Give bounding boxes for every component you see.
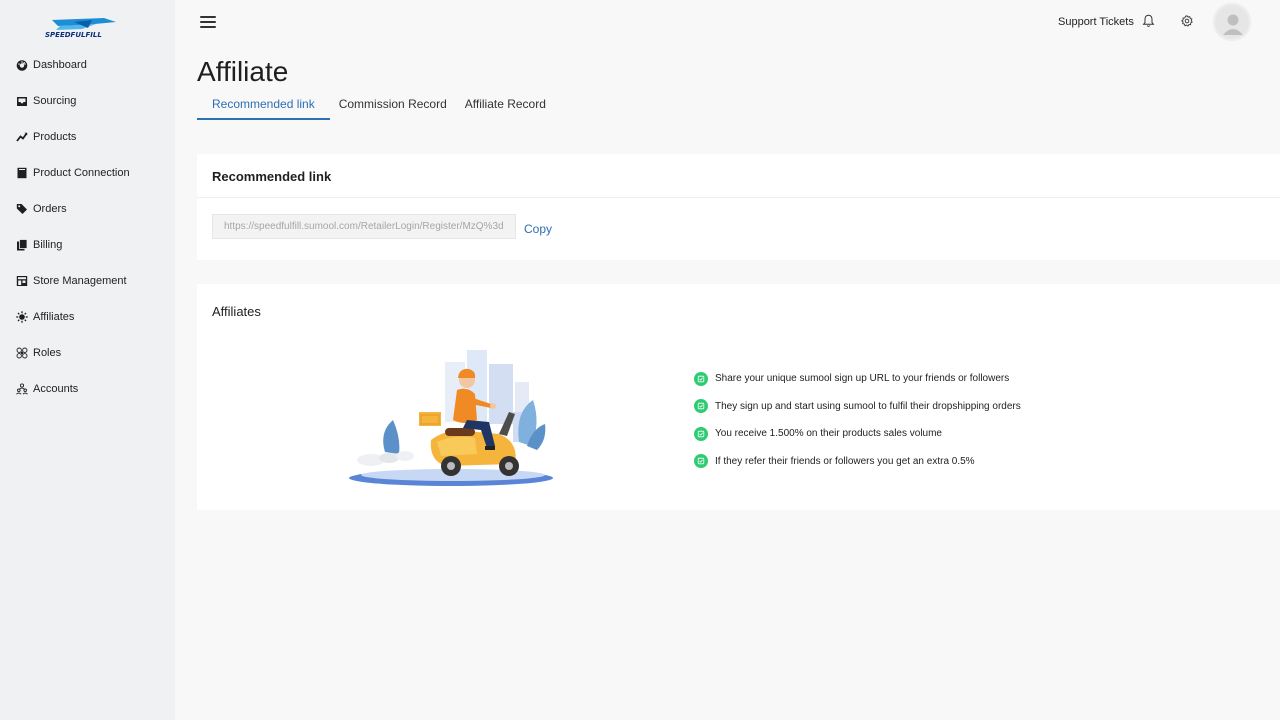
bell-icon[interactable]	[1142, 14, 1155, 28]
sidebar-item-label: Affiliates	[33, 311, 75, 323]
store-icon	[16, 275, 28, 287]
tab-affiliate-record[interactable]: Affiliate Record	[456, 90, 555, 120]
benefit-text: Share your unique sumool sign up URL to …	[715, 373, 1010, 385]
menu-icon[interactable]	[200, 16, 216, 29]
sidebar: SPEEDFULFILL Dashboard Sourcing Products	[0, 0, 175, 720]
support-tickets-link[interactable]: Support Tickets	[1058, 16, 1134, 28]
book-icon	[16, 167, 28, 179]
check-icon	[694, 426, 708, 441]
affiliates-heading: Affiliates	[212, 304, 261, 319]
sidebar-item-label: Billing	[33, 239, 63, 251]
link-row: Copy	[212, 214, 552, 239]
sidebar-item-accounts[interactable]: Accounts	[0, 371, 175, 407]
brand-logo[interactable]: SPEEDFULFILL	[44, 16, 132, 40]
tab-bar: Recommended link Commission Record Affil…	[197, 90, 555, 120]
page-title: Affiliate	[197, 56, 289, 87]
avatar[interactable]	[1214, 4, 1250, 40]
sidebar-item-orders[interactable]: Orders	[0, 191, 175, 227]
benefit-text: They sign up and start using sumool to f…	[715, 400, 1021, 412]
sidebar-item-sourcing[interactable]: Sourcing	[0, 83, 175, 119]
sidebar-item-store-management[interactable]: Store Management	[0, 263, 175, 299]
tab-commission-record[interactable]: Commission Record	[330, 90, 456, 120]
gear-icon[interactable]	[1181, 14, 1193, 27]
sidebar-item-dashboard[interactable]: Dashboard	[0, 47, 175, 83]
recommended-link-heading: Recommended link	[197, 154, 1280, 198]
scooter-delivery-illustration	[349, 342, 559, 490]
check-icon	[694, 454, 708, 469]
logo-text: SPEEDFULFILL	[45, 31, 102, 39]
sidebar-item-billing[interactable]: Billing	[0, 227, 175, 263]
benefits-list: Share your unique sumool sign up URL to …	[694, 365, 1021, 475]
sidebar-item-label: Product Connection	[33, 167, 130, 179]
check-icon	[694, 371, 708, 386]
affiliates-card: Affiliates Share your unique sumool sign…	[197, 284, 1280, 510]
avatar-icon	[1223, 14, 1243, 35]
trend-icon	[16, 131, 28, 143]
sidebar-nav: Dashboard Sourcing Products Product Conn…	[0, 47, 175, 407]
recommended-link-card: Recommended link Copy	[197, 154, 1280, 260]
list-item: They sign up and start using sumool to f…	[694, 393, 1021, 421]
sidebar-item-label: Accounts	[33, 383, 79, 395]
sidebar-item-label: Store Management	[33, 275, 127, 287]
accounts-icon	[16, 383, 28, 395]
benefit-text: You receive 1.500% on their products sal…	[715, 428, 942, 440]
sun-icon	[16, 311, 28, 323]
tab-recommended-link[interactable]: Recommended link	[197, 90, 330, 120]
sidebar-item-label: Roles	[33, 347, 62, 359]
tags-icon	[16, 203, 28, 215]
sidebar-item-label: Sourcing	[33, 95, 77, 107]
check-icon	[694, 399, 708, 414]
sidebar-item-product-connection[interactable]: Product Connection	[0, 155, 175, 191]
list-item: If they refer their friends or followers…	[694, 448, 1021, 476]
benefit-text: If they refer their friends or followers…	[715, 455, 975, 467]
sidebar-item-label: Dashboard	[33, 59, 87, 71]
list-item: Share your unique sumool sign up URL to …	[694, 365, 1021, 393]
inbox-icon	[16, 95, 28, 107]
sidebar-item-label: Products	[33, 131, 77, 143]
sidebar-item-roles[interactable]: Roles	[0, 335, 175, 371]
sidebar-item-affiliates[interactable]: Affiliates	[0, 299, 175, 335]
roles-icon	[16, 347, 28, 359]
sidebar-item-products[interactable]: Products	[0, 119, 175, 155]
dashboard-icon	[16, 59, 28, 71]
copy-icon	[16, 239, 28, 251]
sidebar-item-label: Orders	[33, 203, 67, 215]
referral-url-field[interactable]	[212, 214, 516, 239]
copy-button[interactable]: Copy	[524, 222, 552, 236]
list-item: You receive 1.500% on their products sal…	[694, 420, 1021, 448]
